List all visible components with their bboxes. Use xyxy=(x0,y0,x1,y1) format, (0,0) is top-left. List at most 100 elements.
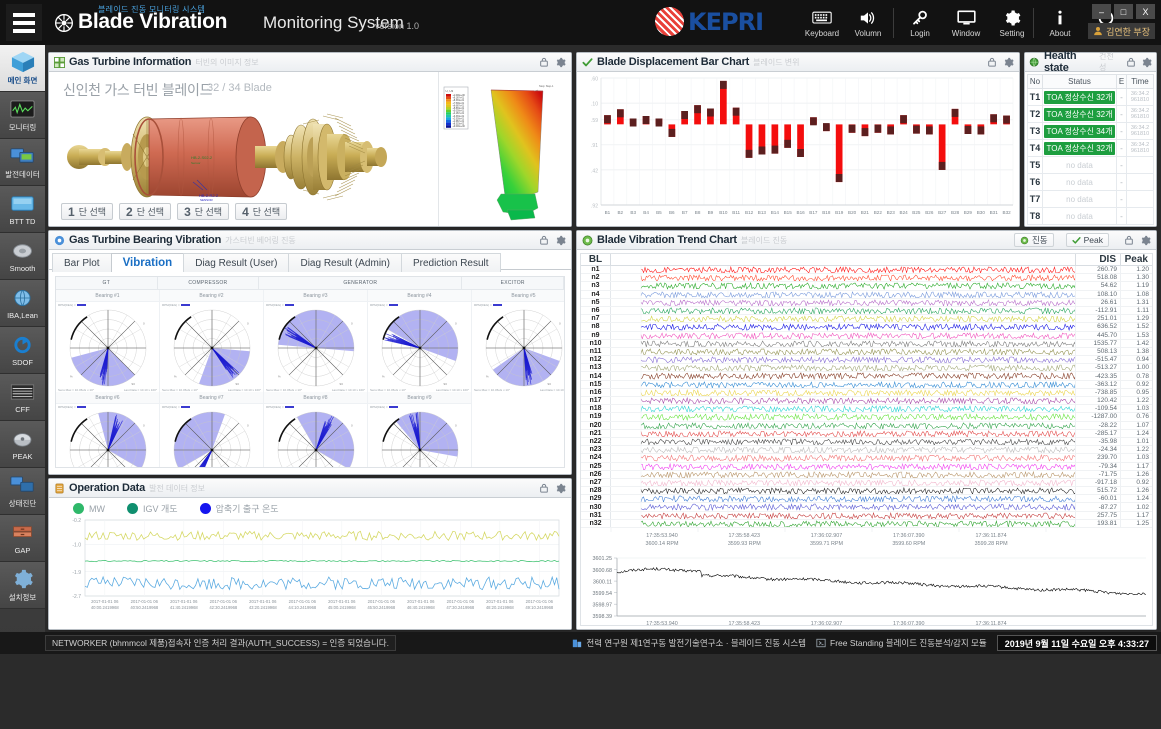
blade-displacement-chart[interactable]: .60 .10 .59 .91 .42 .92 B1 B2 B3 B4 B5 B6 B7 B8 B9 B10 B… xyxy=(577,72,1019,226)
trend-row[interactable]: n12 -515.47 0.94 xyxy=(581,356,1152,364)
trend-row[interactable]: n7 251.01 1.29 xyxy=(581,315,1152,323)
sidebar-item-11[interactable]: GAP xyxy=(0,515,45,562)
trend-row[interactable]: n3 54.62 1.19 xyxy=(581,282,1152,290)
gti-lock-icon[interactable] xyxy=(537,56,550,69)
trend-row[interactable]: n26 -71.75 1.26 xyxy=(581,471,1152,479)
polar-cell-bearing[interactable]: Bearing #5 RPM(DEG) = 0 90% Sens Max = 10.4… xyxy=(472,290,565,392)
sidebar-item-2[interactable]: 모니터링 xyxy=(0,92,45,139)
stage-button-4[interactable]: 4 단 선택 xyxy=(235,203,287,220)
sidebar-item-3[interactable]: 발전데이터 xyxy=(0,139,45,186)
trend-row[interactable]: n16 -738.85 0.95 xyxy=(581,389,1152,397)
trend-row[interactable]: n29 -60.01 1.24 xyxy=(581,495,1152,503)
bdc-lock-icon[interactable] xyxy=(985,56,998,69)
tab-diag-result-admin[interactable]: Diag Result (Admin) xyxy=(288,253,401,272)
trend-row[interactable]: n8 636.52 1.52 xyxy=(581,323,1152,331)
stage-button-2[interactable]: 2 단 선택 xyxy=(119,203,171,220)
trend-row[interactable]: n5 26.61 1.31 xyxy=(581,299,1152,307)
health-state-row[interactable]: T1 TOA 정상수신 32개 -36:34.2 961810 xyxy=(1028,89,1154,106)
sidebar-item-10[interactable]: 상태진단 xyxy=(0,468,45,515)
window-close-button[interactable]: X xyxy=(1136,4,1155,19)
trend-row[interactable]: n6 -112.91 1.11 xyxy=(581,307,1152,315)
trend-row[interactable]: n11 508.13 1.38 xyxy=(581,348,1152,356)
sidebar-item-7[interactable]: SDOF xyxy=(0,327,45,374)
trend-row[interactable]: n1 260.79 1.20 xyxy=(581,266,1152,274)
trend-row[interactable]: n2 518.08 1.30 xyxy=(581,274,1152,282)
toolbar-volume-button[interactable]: Volumn xyxy=(846,4,890,42)
toolbar-window-button[interactable]: Window xyxy=(944,4,988,42)
gtbv-settings-icon[interactable] xyxy=(554,234,567,247)
bdc-settings-icon[interactable] xyxy=(1002,56,1015,69)
sidebar-item-9[interactable]: PEAK xyxy=(0,421,45,468)
bvt-vibration-toggle[interactable]: 진동 xyxy=(1014,233,1054,247)
trend-row[interactable]: n14 -423.35 0.78 xyxy=(581,372,1152,380)
stage-button-3[interactable]: 3 단 선택 xyxy=(177,203,229,220)
trend-row[interactable]: n32 193.81 1.25 xyxy=(581,520,1152,528)
legend-item[interactable]: MW xyxy=(73,503,105,514)
health-state-row[interactable]: T3 TOA 정상수신 34개 -36:34.2 961810 xyxy=(1028,123,1154,140)
opd-lock-icon[interactable] xyxy=(537,482,550,495)
polar-cell-bearing[interactable]: Bearing #2 RPM(DEG) = 0 90% Sens Max = 10.4… xyxy=(160,290,264,392)
sidebar-item-6[interactable]: IBA,Lean xyxy=(0,280,45,327)
toolbar-about-button[interactable]: About xyxy=(1038,4,1082,42)
trend-row[interactable]: n25 -79.34 1.17 xyxy=(581,463,1152,471)
bvt-lock-icon[interactable] xyxy=(1122,234,1135,247)
trend-row[interactable]: n22 -35.98 1.01 xyxy=(581,438,1152,446)
sidebar-item-1[interactable]: 메인 화면 xyxy=(0,45,45,92)
tab-diag-result-user[interactable]: Diag Result (User) xyxy=(183,253,289,272)
polar-cell-bearing[interactable]: Bearing #9RPM(DEG) = 090%Sens Max = 10.4… xyxy=(368,392,472,468)
sidebar-item-5[interactable]: Smooth xyxy=(0,233,45,280)
legend-item[interactable]: IGV 개도 xyxy=(127,502,178,515)
trend-row[interactable]: n18 -109.54 1.03 xyxy=(581,405,1152,413)
polar-cell-bearing[interactable]: Bearing #3 RPM(DEG) = 0 90% Sens Max = 10.4… xyxy=(264,290,368,392)
health-state-row[interactable]: T7 no data - xyxy=(1028,191,1154,208)
opd-settings-icon[interactable] xyxy=(554,482,567,495)
trend-row[interactable]: n19 -1287.00 0.76 xyxy=(581,413,1152,421)
sidebar-item-8[interactable]: CFF xyxy=(0,374,45,421)
toolbar-login-button[interactable]: Login xyxy=(898,4,942,42)
legend-item[interactable]: 압축기 출구 온도 xyxy=(200,502,279,515)
toolbar-keyboard-button[interactable]: Keyboard xyxy=(800,4,844,42)
operation-data-chart[interactable]: -0.2-1.0-1.9-2.72017-01-01 0640:00.24199… xyxy=(49,516,571,626)
trend-row[interactable]: n27 -917.18 0.92 xyxy=(581,479,1152,487)
current-user-badge[interactable]: 김연한 부장 xyxy=(1088,23,1155,39)
trend-row[interactable]: n31 257.75 1.17 xyxy=(581,512,1152,520)
tab-vibration[interactable]: Vibration xyxy=(111,253,185,272)
bvt-peak-toggle[interactable]: Peak xyxy=(1066,233,1109,247)
trend-row[interactable]: n20 -28.22 1.07 xyxy=(581,422,1152,430)
health-state-row[interactable]: T4 TOA 정상수신 32개 -36:34.2 961810 xyxy=(1028,140,1154,157)
hs-settings-icon[interactable] xyxy=(1141,56,1152,69)
tab-prediction-result[interactable]: Prediction Result xyxy=(401,253,501,272)
trend-row[interactable]: n4 108.10 1.08 xyxy=(581,291,1152,299)
trend-row[interactable]: n15 -363.12 0.92 xyxy=(581,381,1152,389)
trend-row[interactable]: n17 120.42 1.22 xyxy=(581,397,1152,405)
tab-bar-plot[interactable]: Bar Plot xyxy=(52,253,112,272)
sidebar-item-4[interactable]: BTT TD xyxy=(0,186,45,233)
polar-cell-bearing[interactable]: Bearing #7RPM(DEG) = 090%Sens Max = 10.4… xyxy=(160,392,264,468)
gtbv-lock-icon[interactable] xyxy=(537,234,550,247)
health-state-row[interactable]: T8 no data - xyxy=(1028,208,1154,225)
trend-row[interactable]: n21 -285.17 1.24 xyxy=(581,430,1152,438)
rpm-trend-chart[interactable]: 3601.25 3600.68 3600.11 3599.54 3598.97 3598.… xyxy=(581,554,1154,629)
health-state-row[interactable]: T5 no data - xyxy=(1028,157,1154,174)
hs-lock-icon[interactable] xyxy=(1126,56,1137,69)
toolbar-setting-button[interactable]: Setting xyxy=(990,4,1034,42)
polar-cell-bearing[interactable]: Bearing #6RPM(DEG) = 090%Sens Max = 10.4… xyxy=(56,392,160,468)
trend-row[interactable]: n13 -513.27 1.00 xyxy=(581,364,1152,372)
trend-row[interactable]: n30 -87.27 1.02 xyxy=(581,503,1152,511)
polar-cell-bearing[interactable]: Bearing #8RPM(DEG) = 090%Sens Max = 10.4… xyxy=(264,392,368,468)
gti-settings-icon[interactable] xyxy=(554,56,567,69)
health-state-row[interactable]: T6 no data - xyxy=(1028,174,1154,191)
trend-row[interactable]: n28 515.72 1.26 xyxy=(581,487,1152,495)
stage-button-1[interactable]: 1 단 선택 xyxy=(61,203,113,220)
bvt-settings-icon[interactable] xyxy=(1139,234,1152,247)
trend-row[interactable]: n9 445.70 1.53 xyxy=(581,332,1152,340)
window-minimize-button[interactable]: – xyxy=(1092,4,1111,19)
health-state-row[interactable]: T2 TOA 정상수신 32개 -36:34.2 961810 xyxy=(1028,106,1154,123)
polar-cell-bearing[interactable]: Bearing #1 RPM(DEG) = 0 90% Sens Max = 10.4… xyxy=(56,290,160,392)
trend-row[interactable]: n23 -24.34 1.22 xyxy=(581,446,1152,454)
menu-hamburger-icon[interactable] xyxy=(6,4,42,41)
trend-row[interactable]: n24 239.70 1.03 xyxy=(581,454,1152,462)
trend-row[interactable]: n10 1535.77 1.42 xyxy=(581,340,1152,348)
polar-cell-bearing[interactable]: Bearing #4 RPM(DEG) = 0 90% Sens Max = 10.4… xyxy=(368,290,472,392)
sidebar-item-12[interactable]: 설치정보 xyxy=(0,562,45,609)
